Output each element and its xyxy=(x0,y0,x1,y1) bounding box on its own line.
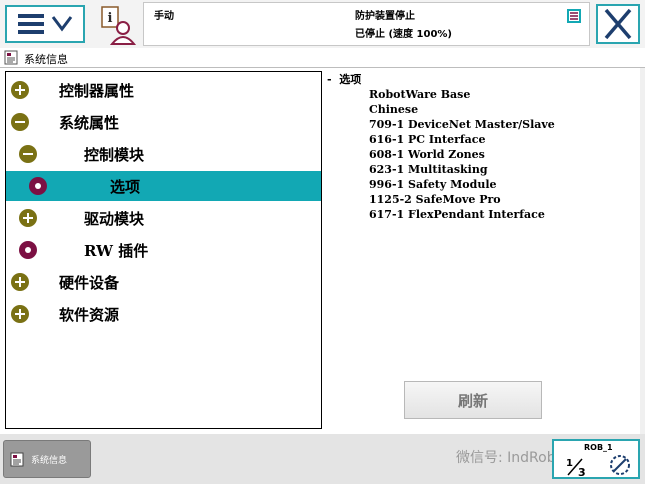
tree-item-system-properties[interactable]: 系统属性 xyxy=(6,107,321,137)
options-list: RobotWare Base Chinese 709-1 DeviceNet M… xyxy=(369,87,555,222)
operating-mode: 手动 xyxy=(154,11,174,22)
list-item: 608-1 World Zones xyxy=(369,148,485,161)
expand-plus-icon[interactable] xyxy=(11,273,29,291)
close-icon xyxy=(604,8,632,40)
leaf-dot-icon xyxy=(19,241,37,259)
list-item: 1125-2 SafeMove Pro xyxy=(369,193,501,206)
tree-item-label: 控制模块 xyxy=(84,146,145,164)
menu-icon xyxy=(18,14,73,34)
tree-item-controller-properties[interactable]: 控制器属性 xyxy=(6,75,321,105)
list-item: 709-1 DeviceNet Master/Slave xyxy=(369,118,555,131)
close-button[interactable] xyxy=(596,4,640,44)
mechanical-unit-label: ROB_1 xyxy=(584,443,613,452)
tree-item-label: 软件资源 xyxy=(59,306,120,324)
tree-item-label: 驱动模块 xyxy=(84,210,145,228)
status-panel[interactable]: 手动 防护装置停止 已停止 (速度 100%) xyxy=(143,2,590,46)
taskbar-system-info-button[interactable]: 系统信息 xyxy=(3,440,91,478)
collapse-minus-icon[interactable] xyxy=(11,113,29,131)
task-fraction-icon: 1 3 xyxy=(566,458,586,477)
system-info-icon xyxy=(4,50,18,65)
list-item: Chinese xyxy=(369,103,419,116)
main-content: 控制器属性 系统属性 控制模块 选项 驱动模块 RW 插件 硬件设备 软件资源 xyxy=(0,68,645,434)
main-menu-button[interactable] xyxy=(5,5,85,43)
tree-item-label: RW 插件 xyxy=(84,242,149,260)
speed-gauge-icon xyxy=(610,455,630,475)
tree-item-label: 系统属性 xyxy=(59,114,120,132)
safety-status: 防护装置停止 xyxy=(355,11,415,22)
motion-status: 已停止 (速度 100%) xyxy=(355,29,452,40)
taskbar-label: 系统信息 xyxy=(31,456,68,466)
details-heading: - 选项 xyxy=(326,73,362,86)
svg-text:3: 3 xyxy=(578,466,586,477)
system-info-icon xyxy=(10,452,24,467)
event-log-icon[interactable]: i xyxy=(97,6,139,46)
expand-plus-icon[interactable] xyxy=(19,209,37,227)
taskbar: 系统信息 微信号: IndRobSim ROB_1 1 3 xyxy=(0,434,645,484)
tree-item-hardware[interactable]: 硬件设备 xyxy=(6,267,321,297)
status-flag-icon xyxy=(567,9,581,23)
leaf-dot-icon xyxy=(29,177,47,195)
svg-text:1: 1 xyxy=(566,458,573,469)
svg-text:i: i xyxy=(108,11,113,26)
list-item: 617-1 FlexPendant Interface xyxy=(369,208,545,221)
tree-item-label: 硬件设备 xyxy=(59,274,120,292)
window-title-bar: 系统信息 xyxy=(0,48,645,68)
property-tree: 控制器属性 系统属性 控制模块 选项 驱动模块 RW 插件 硬件设备 软件资源 xyxy=(5,71,322,429)
tree-item-label: 控制器属性 xyxy=(59,82,135,100)
tree-item-options[interactable]: 选项 xyxy=(6,171,321,201)
right-edge xyxy=(640,68,645,434)
tree-item-drive-module[interactable]: 驱动模块 xyxy=(6,203,321,233)
tree-item-software-resources[interactable]: 软件资源 xyxy=(6,299,321,329)
tree-item-rw-addins[interactable]: RW 插件 xyxy=(6,235,321,265)
tree-item-label: 选项 xyxy=(110,178,141,196)
top-bar: i 手动 防护装置停止 已停止 (速度 100%) xyxy=(0,0,645,48)
list-item: RobotWare Base xyxy=(369,88,471,101)
expand-plus-icon[interactable] xyxy=(11,305,29,323)
tree-item-control-module[interactable]: 控制模块 xyxy=(6,139,321,169)
refresh-button[interactable]: 刷新 xyxy=(404,381,542,419)
list-item: 623-1 Multitasking xyxy=(369,163,488,176)
quickset-button[interactable]: ROB_1 1 3 xyxy=(552,439,640,479)
list-item: 996-1 Safety Module xyxy=(369,178,497,191)
page-title: 系统信息 xyxy=(24,53,68,66)
expand-plus-icon[interactable] xyxy=(11,81,29,99)
list-item: 616-1 PC Interface xyxy=(369,133,486,146)
collapse-minus-icon[interactable] xyxy=(19,145,37,163)
